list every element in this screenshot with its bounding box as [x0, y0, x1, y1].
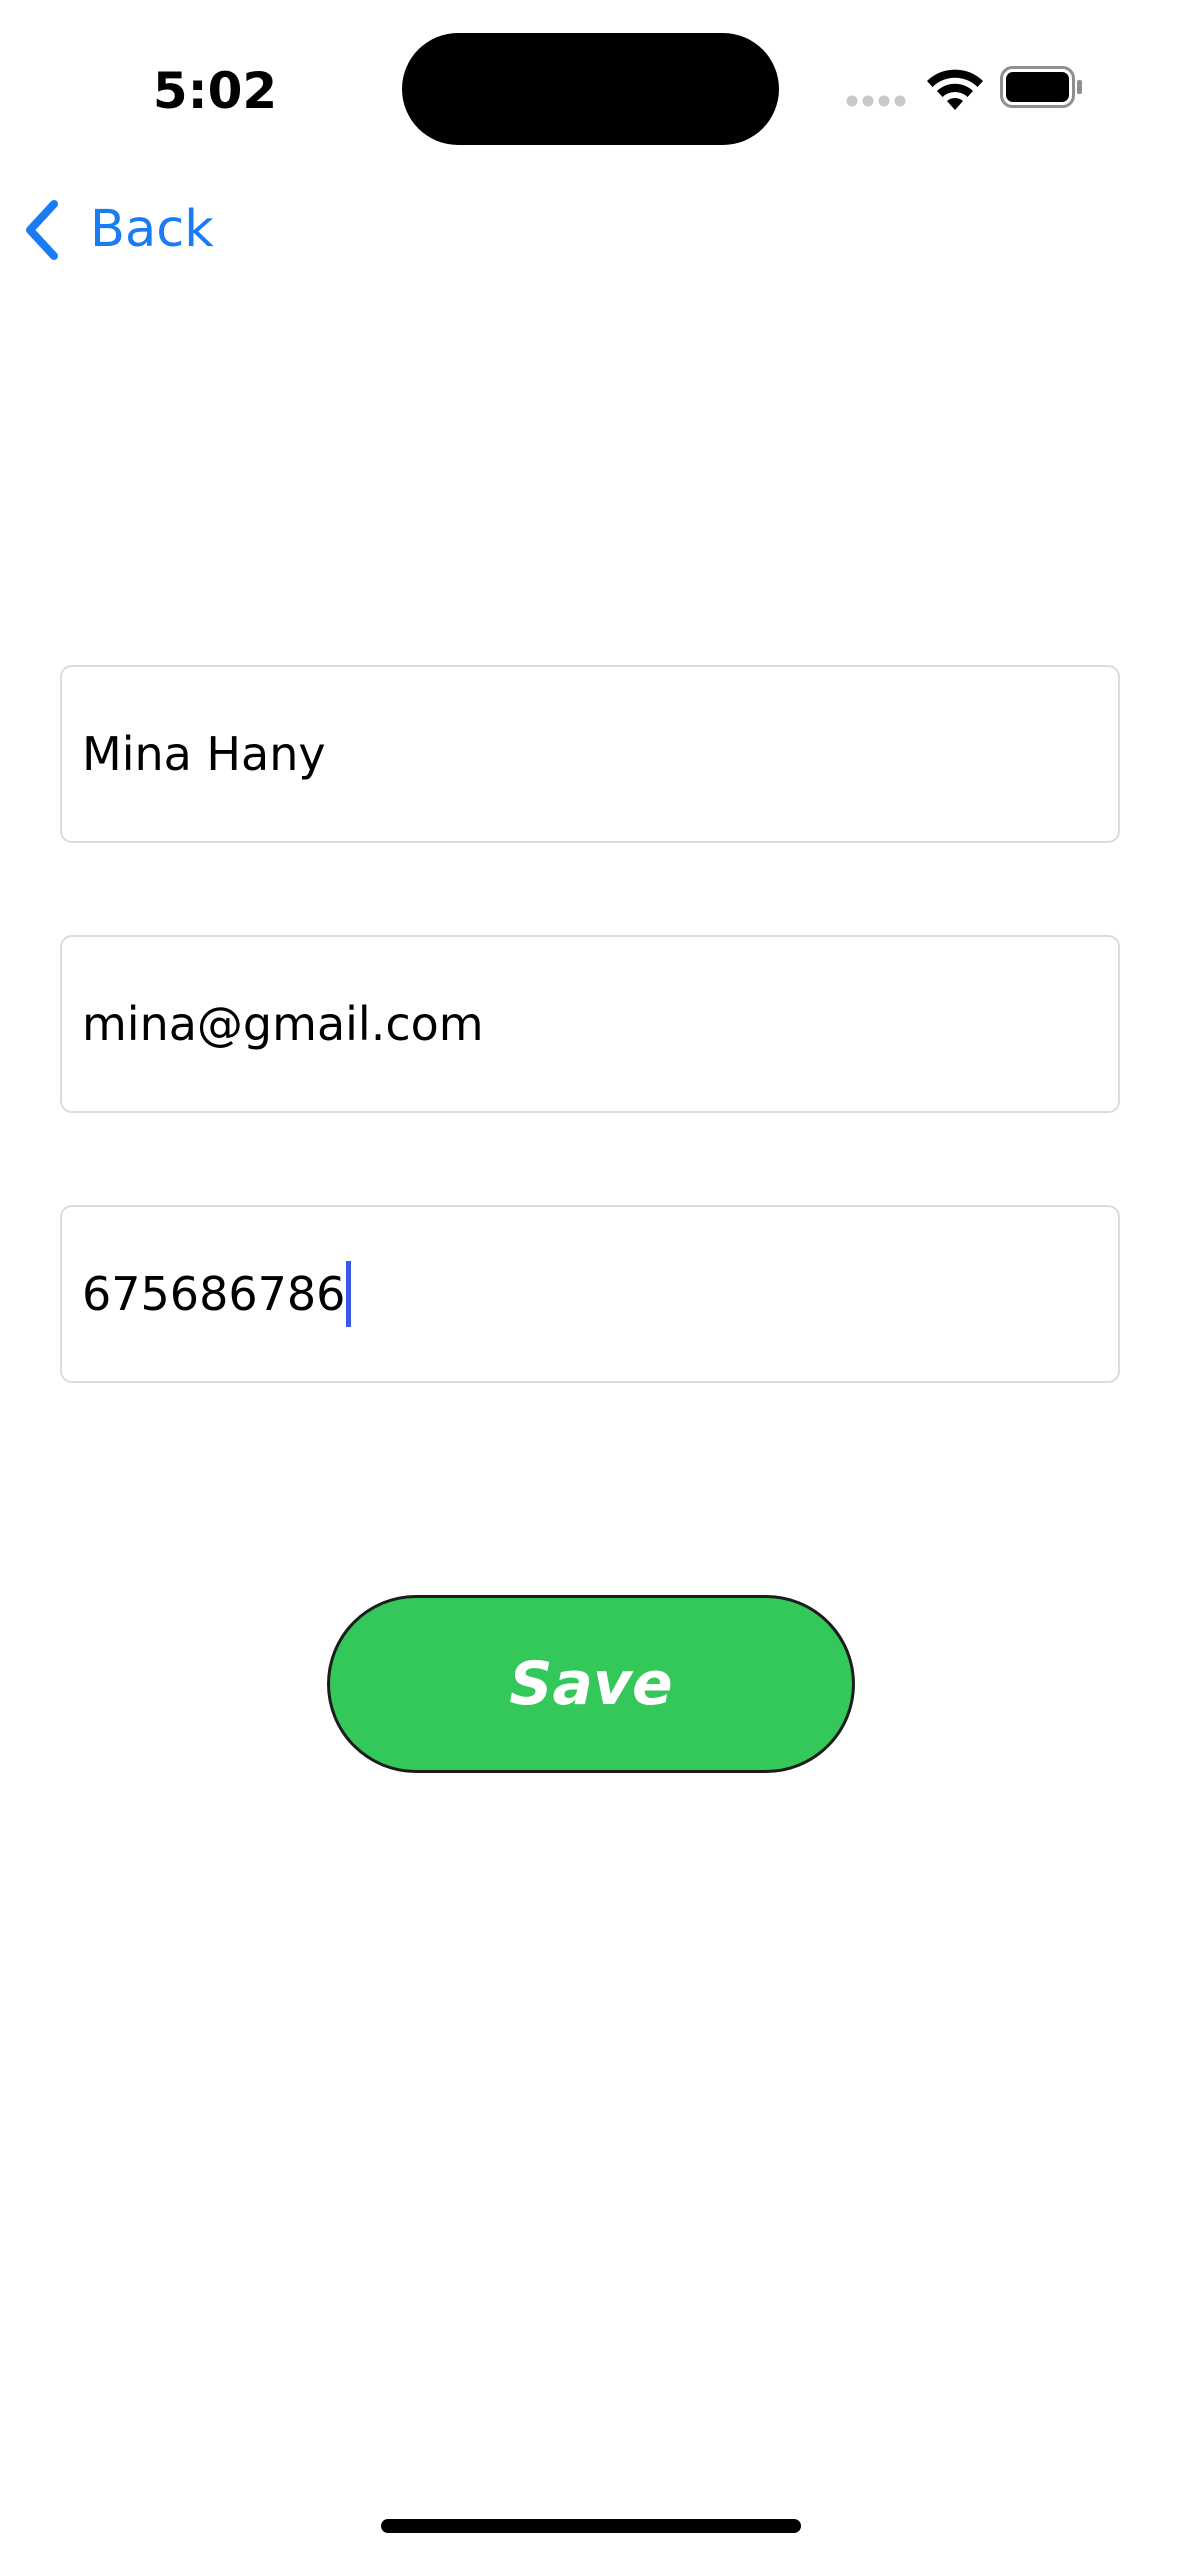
phone-field[interactable]: 675686786: [60, 1205, 1120, 1383]
battery-icon: [1000, 66, 1082, 108]
wifi-icon: [927, 69, 983, 110]
status-time: 5:02: [152, 62, 278, 120]
dynamic-island: [402, 33, 779, 145]
phone-field-value: 675686786: [82, 1267, 346, 1321]
signal-icon: [846, 95, 906, 107]
name-field[interactable]: Mina Hany: [60, 665, 1120, 843]
name-field-value: Mina Hany: [82, 727, 326, 781]
chevron-left-icon: [26, 200, 58, 260]
back-button[interactable]: Back: [20, 190, 214, 270]
text-cursor: [346, 1261, 352, 1327]
back-label: Back: [90, 200, 214, 259]
save-button-label: Save: [509, 1649, 673, 1719]
save-button[interactable]: Save: [327, 1595, 855, 1773]
email-field[interactable]: mina@gmail.com: [60, 935, 1120, 1113]
home-indicator[interactable]: [381, 2519, 801, 2533]
email-field-value: mina@gmail.com: [82, 997, 484, 1051]
